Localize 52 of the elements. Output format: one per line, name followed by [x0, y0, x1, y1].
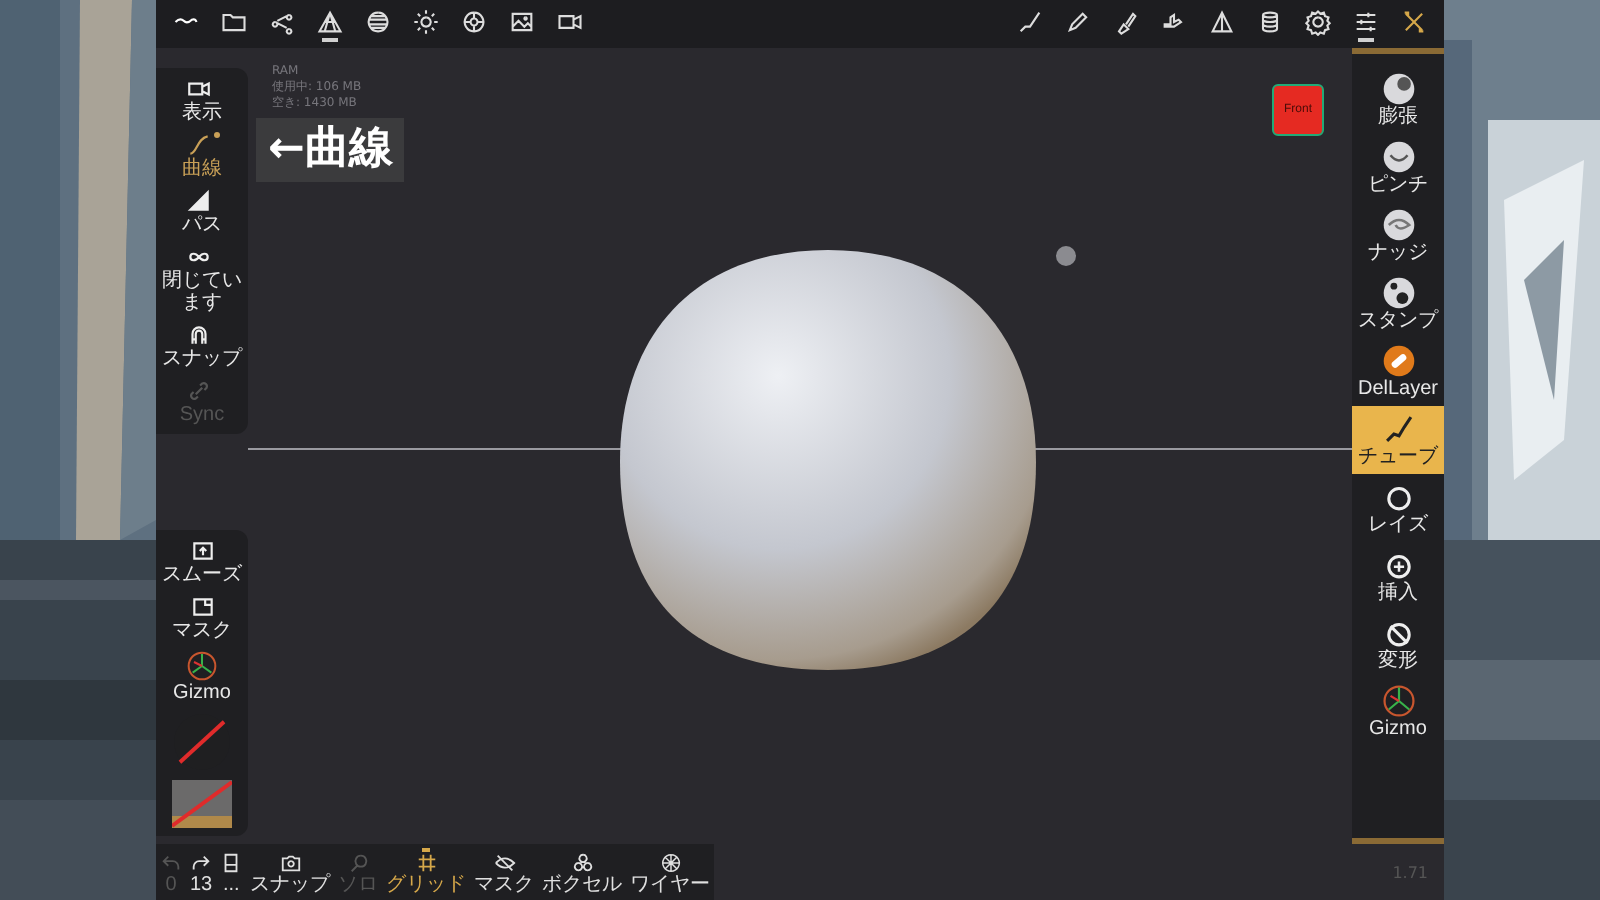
- tool-button[interactable]: Gizmo: [156, 646, 248, 708]
- ball-icon: [1381, 276, 1415, 310]
- toolbar-button[interactable]: マスク: [470, 844, 539, 900]
- circles-icon: [571, 852, 594, 874]
- mask-icon: [189, 594, 215, 620]
- tool-button[interactable]: 表示: [156, 72, 248, 128]
- toolbar-button[interactable]: ワイヤー: [626, 844, 715, 900]
- ball-icon: [1381, 72, 1415, 106]
- eye-off-icon: [493, 852, 516, 874]
- magnet-icon: [185, 322, 211, 348]
- tube-icon: [1381, 412, 1415, 446]
- brush-button[interactable]: チューブ: [1352, 406, 1444, 474]
- toolbar-button[interactable]: ボクセル: [538, 844, 627, 900]
- callout-label: ←曲線: [256, 118, 405, 182]
- camera-icon: [279, 852, 302, 874]
- tool-button[interactable]: スナップ: [156, 318, 248, 374]
- gizmo-icon: [186, 650, 218, 682]
- tool-button[interactable]: スムーズ: [156, 534, 248, 590]
- color-swatch[interactable]: [168, 776, 236, 832]
- grid-icon: [415, 852, 438, 874]
- toolbar-button[interactable]: 13: [186, 844, 217, 900]
- toolbar-button[interactable]: スナップ: [246, 844, 335, 900]
- redo-icon: [190, 852, 213, 874]
- toolbar-button[interactable]: ...: [216, 844, 247, 900]
- link-icon: [185, 378, 211, 404]
- tool-button[interactable]: 閉じています: [156, 240, 248, 318]
- brush-button[interactable]: レイズ: [1352, 474, 1444, 542]
- brush-button[interactable]: ナッジ: [1352, 202, 1444, 270]
- tool-button[interactable]: パス: [156, 184, 248, 240]
- video-camera-icon: [185, 76, 211, 102]
- document-icon: [220, 852, 243, 874]
- ball-icon: [1381, 140, 1415, 174]
- brush-button[interactable]: Gizmo: [1352, 678, 1444, 746]
- brush-button[interactable]: スタンプ: [1352, 270, 1444, 338]
- tool-button[interactable]: 曲線: [156, 128, 248, 184]
- undo-icon: [160, 852, 182, 874]
- brush-button[interactable]: 膨張: [1352, 66, 1444, 134]
- pill-icon: [1381, 344, 1415, 378]
- curve-icon: [185, 132, 211, 158]
- ball-icon: [1381, 208, 1415, 242]
- brush-button[interactable]: 挿入: [1352, 542, 1444, 610]
- upload-icon: [189, 538, 215, 564]
- toolbar-button[interactable]: グリッド: [382, 844, 471, 900]
- wireframe-icon: [659, 852, 682, 874]
- light-handle[interactable]: [1056, 246, 1076, 266]
- tool-button[interactable]: マスク: [156, 590, 248, 646]
- brush-button[interactable]: 変形: [1352, 610, 1444, 678]
- ramp-icon: [185, 188, 211, 214]
- gizmo-icon: [1381, 684, 1415, 718]
- brush-button[interactable]: ピンチ: [1352, 134, 1444, 202]
- brush-button[interactable]: DelLayer: [1352, 338, 1444, 406]
- search-icon: [347, 852, 370, 874]
